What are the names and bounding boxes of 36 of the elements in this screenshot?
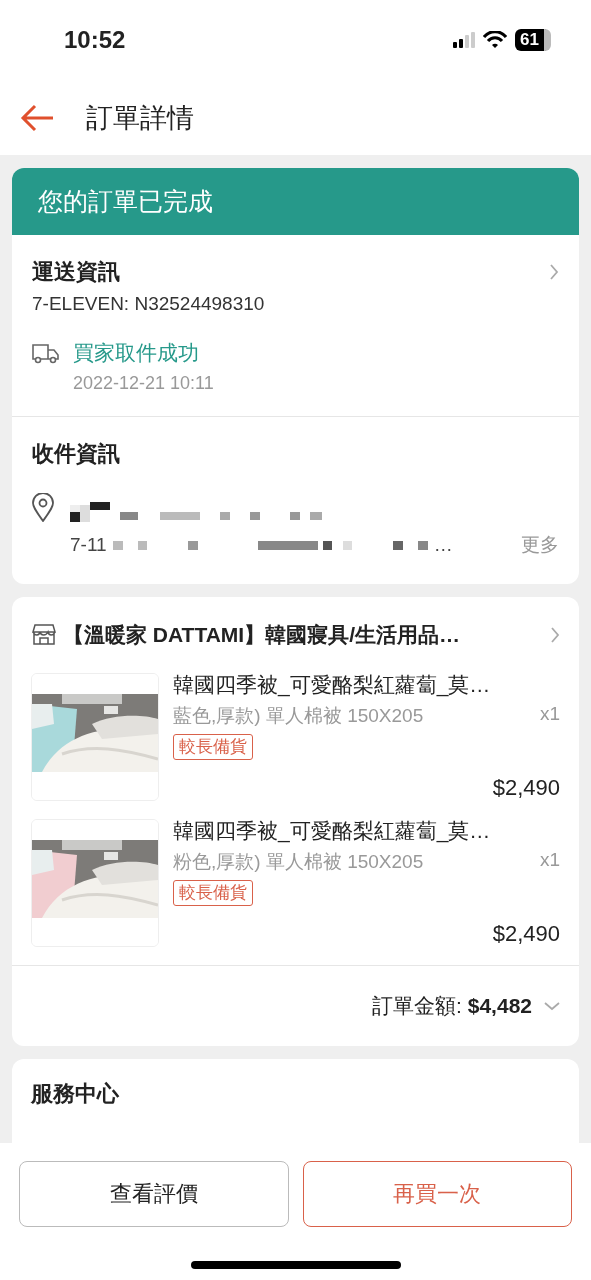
order-total: 訂單金額: $4,482 xyxy=(372,993,532,1019)
product-name[interactable]: 韓國四季被_可愛酪梨紅蘿蔔_莫… xyxy=(173,817,560,845)
signal-icon xyxy=(453,32,476,48)
location-pin-icon xyxy=(32,493,54,522)
chevron-down-icon xyxy=(544,1001,560,1011)
delivery-time: 2022-12-21 10:11 xyxy=(73,373,214,394)
quantity-text: x1 xyxy=(539,849,560,872)
product-variant: 粉色,厚款) 單人棉被 150X205 xyxy=(173,850,424,874)
product-name[interactable]: 韓國四季被_可愛酪梨紅蘿蔔_莫… xyxy=(173,671,560,699)
truck-icon xyxy=(32,342,59,364)
back-arrow-icon xyxy=(20,103,54,132)
quantity-text: x1 xyxy=(539,703,560,726)
product-price: $2,490 xyxy=(492,775,560,801)
back-button[interactable] xyxy=(20,103,54,132)
tracking-number: 7-ELEVEN: N32524498310 xyxy=(32,293,266,315)
section-title: 服務中心 xyxy=(31,1080,120,1108)
product-price: $2,490 xyxy=(492,921,560,947)
shop-name[interactable]: 【溫暖家 DATTAMI】韓國寢具/生活用品… xyxy=(63,621,544,649)
shop-icon xyxy=(31,624,57,646)
buy-again-button[interactable]: 再買一次 xyxy=(302,1161,572,1227)
page-title: 訂單詳情 xyxy=(86,101,194,135)
address-text: 7-11 xyxy=(70,534,107,556)
chevron-right-icon xyxy=(550,626,560,644)
chevron-right-icon xyxy=(549,263,559,281)
order-status-banner: 您的訂單已完成 xyxy=(12,168,579,235)
ellipsis-text: … xyxy=(433,534,453,556)
section-title: 運送資訊 xyxy=(32,258,120,286)
delivery-status: 買家取件成功 xyxy=(73,340,200,366)
wifi-icon xyxy=(483,31,508,49)
section-title: 收件資訊 xyxy=(32,440,121,468)
preorder-tag: 較長備貨 xyxy=(173,734,253,760)
battery-level: 61 xyxy=(515,29,551,51)
product-variant: 藍色,厚款) 單人棉被 150X205 xyxy=(173,704,424,728)
preorder-tag: 較長備貨 xyxy=(173,880,253,906)
clock-time: 10:52 xyxy=(64,26,126,54)
view-review-button[interactable]: 查看評價 xyxy=(19,1161,289,1227)
